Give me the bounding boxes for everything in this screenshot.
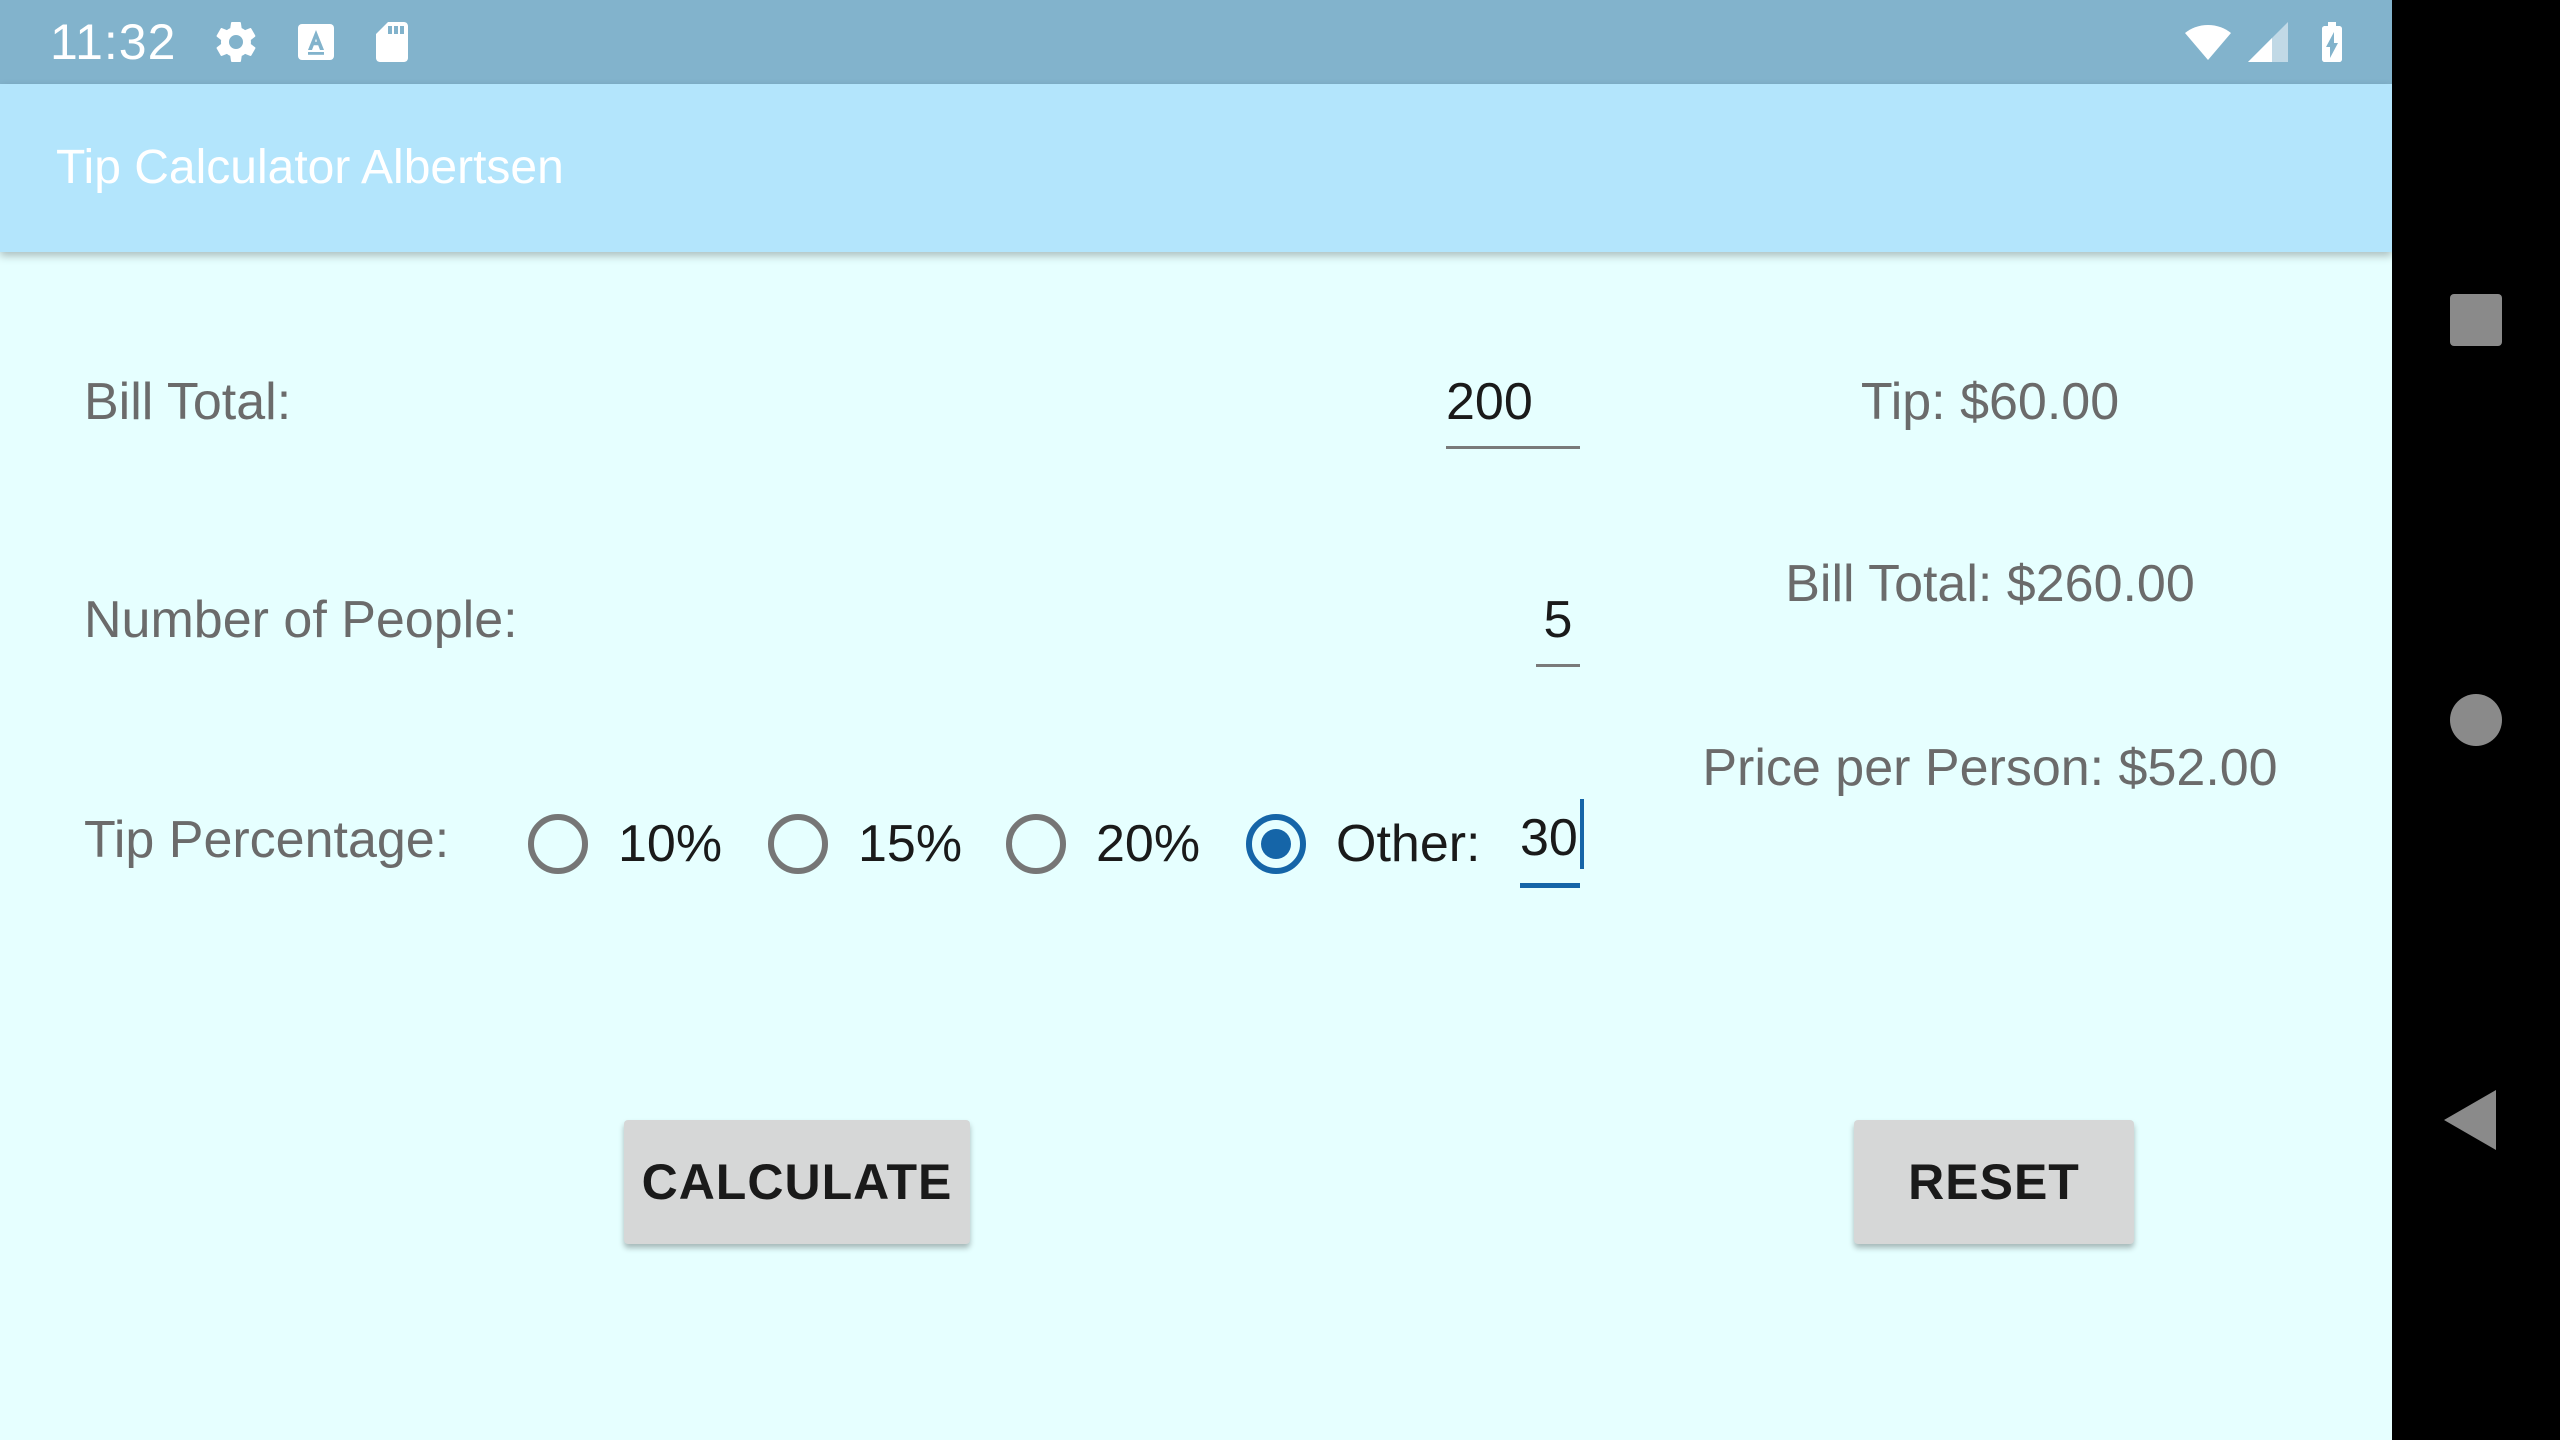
settings-icon (216, 22, 256, 63)
bill-total-label: Bill Total: (84, 373, 292, 431)
radio-20-percent[interactable]: 20% (1006, 814, 1200, 874)
tip-percentage-label: Tip Percentage: (84, 811, 450, 869)
sd-card-icon (376, 22, 408, 62)
bill-total-result: Bill Total: $260.00 (1785, 555, 2195, 613)
reset-button-label: RESET (1908, 1154, 2080, 1210)
back-triangle-icon[interactable] (2444, 1090, 2496, 1150)
radio-circle-icon (768, 814, 828, 874)
bill-total-value: 200 (1446, 373, 1533, 431)
other-percent-value: 30 (1520, 809, 1578, 867)
a-keyboard-icon (298, 24, 334, 60)
calculate-button-label: CALCULATE (641, 1154, 953, 1210)
radio-circle-icon (1006, 814, 1066, 874)
app-bar: Tip Calculator Albertsen (0, 84, 2392, 252)
radio-20-label: 20% (1096, 815, 1201, 873)
status-bar: 11:32 (0, 0, 2392, 84)
home-circle-icon[interactable] (2450, 694, 2502, 746)
app-title: Tip Calculator Albertsen (56, 141, 564, 194)
reset-button[interactable]: RESET (1854, 1120, 2134, 1244)
radio-other[interactable]: Other: (1246, 814, 1481, 874)
radio-15-percent[interactable]: 15% (768, 814, 962, 874)
other-percent-input[interactable]: 30 (1520, 799, 1584, 889)
recents-square-icon[interactable] (2450, 294, 2502, 346)
calculate-button[interactable]: CALCULATE (624, 1120, 970, 1244)
people-input[interactable]: 5 (1536, 590, 1580, 667)
radio-other-label: Other: (1336, 815, 1481, 873)
wifi-icon (2185, 25, 2231, 60)
people-value: 5 (1543, 591, 1573, 649)
bill-total-input[interactable]: 200 (1446, 372, 1580, 449)
app-screen: 11:32 Tip Calculator Albertsen Bill Tota… (0, 0, 2392, 1440)
tip-result: Tip: $60.00 (1860, 373, 2120, 431)
text-caret (1579, 799, 1584, 870)
radio-15-label: 15% (858, 815, 963, 873)
battery-charging-icon (2322, 22, 2342, 62)
radio-circle-icon (528, 814, 588, 874)
radio-checked-icon (1246, 814, 1306, 874)
signal-icon (2248, 22, 2288, 62)
price-per-person-result: Price per Person: $52.00 (1702, 739, 2278, 797)
radio-10-percent[interactable]: 10% (528, 814, 722, 874)
people-label: Number of People: (84, 591, 518, 649)
status-time: 11:32 (50, 14, 177, 70)
radio-10-label: 10% (618, 815, 723, 873)
navigation-bar (2392, 0, 2560, 1440)
